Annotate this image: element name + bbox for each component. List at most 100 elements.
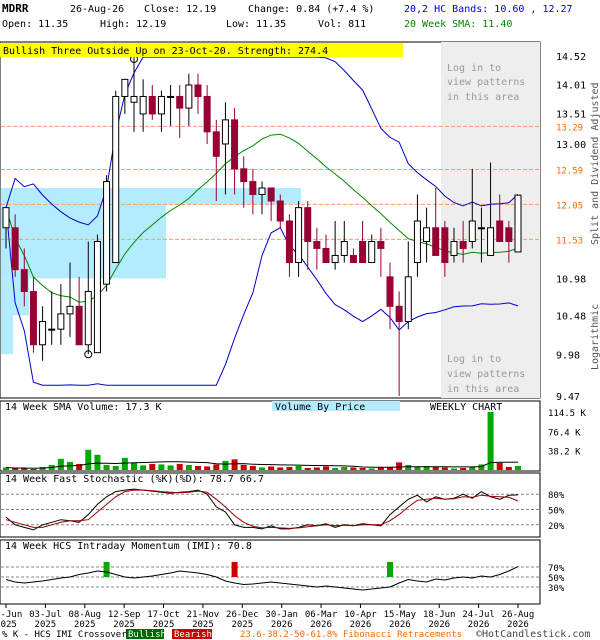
price-axis: 14.52 14.01 13.51 13.29 13.00 12.59 12.05 11.53… — [556, 52, 586, 403]
candle-body — [450, 240, 458, 256]
volume-value: Vol: 811 — [318, 19, 366, 30]
login-line[interactable]: in this area — [447, 384, 519, 395]
imi-tick: 30% — [548, 584, 565, 594]
price-tick: 13.51 — [556, 109, 586, 120]
candle-body — [258, 187, 266, 195]
volume-tick: 38.2 K — [548, 448, 581, 458]
candle-body — [404, 276, 412, 322]
vbp-label: Volume By Price — [275, 402, 365, 413]
candle-body — [322, 247, 330, 264]
volume-bar — [195, 465, 201, 470]
volume-bar — [131, 462, 137, 470]
login-line[interactable]: in this area — [447, 92, 519, 103]
price-tick: 14.01 — [556, 80, 586, 91]
volume-bar — [149, 463, 156, 470]
volume-bar — [158, 464, 165, 470]
volume-bar — [405, 464, 412, 470]
volume-bar — [240, 464, 247, 470]
login-line[interactable]: view patterns — [447, 369, 525, 380]
date-label: 26-Aug — [502, 610, 535, 620]
candle-body — [84, 290, 92, 346]
candle-body — [139, 95, 147, 115]
symbol: MDRR — [2, 2, 29, 15]
imi-title: 14 Week HCS Intraday Momentum (IMI): 70.… — [5, 541, 252, 552]
volume-bar — [304, 467, 311, 470]
price-tick: 13.29 — [556, 123, 583, 133]
volume-bar — [12, 468, 19, 470]
year-label: 2025 — [74, 620, 96, 630]
volume-panel: 14 Week SMA Volume: 17.3 K Volume By Pri… — [0, 400, 587, 472]
volume-bar — [249, 465, 256, 470]
stoch-title: 14 Week Fast Stochastic (%K)(%D): 78.7 6… — [5, 474, 264, 485]
price-tick: 10.48 — [556, 311, 586, 322]
volume-bar — [204, 466, 211, 470]
price-tick: 12.05 — [556, 201, 583, 211]
candle-body — [148, 95, 156, 115]
header: MDRR 26-Aug-26 Close: 12.19 Change: 0.84… — [2, 2, 573, 30]
volume-bar — [57, 458, 64, 470]
volume-bar — [231, 459, 238, 470]
volume-bar — [515, 465, 521, 470]
volume-bar — [185, 464, 192, 470]
volume-bar — [277, 467, 284, 470]
volume-bar — [460, 467, 467, 470]
stoch-axis: 80% 50% 20% — [548, 491, 565, 532]
candle-body — [295, 207, 303, 264]
candle-body — [441, 227, 449, 264]
volume-bar — [469, 466, 476, 470]
candle-body — [304, 207, 312, 242]
candle-body — [185, 84, 193, 109]
volume-bar — [496, 462, 503, 470]
date-label: 08-Aug — [69, 610, 102, 620]
price-tick: 13.00 — [556, 140, 586, 151]
year-label: 2025 — [0, 620, 17, 630]
candle-body — [212, 131, 220, 157]
year-label: 2025 — [231, 620, 253, 630]
candle-body — [313, 240, 321, 249]
imi-tick: 50% — [548, 574, 565, 584]
copyright[interactable]: ©HotCandlestick.com — [476, 629, 590, 640]
volume-tick: 76.4 K — [548, 428, 581, 438]
volume-bar — [368, 468, 375, 470]
volume-axis: 114.5 K 76.4 K 38.2 K — [548, 409, 587, 458]
login-line[interactable]: Log in to — [447, 63, 501, 74]
price-tick: 9.47 — [556, 392, 580, 403]
volume-bar — [259, 467, 265, 470]
candle-body — [167, 95, 175, 98]
candle-body — [103, 181, 111, 285]
year-label: 2025 — [113, 620, 135, 630]
low-value: Low: 11.35 — [226, 19, 286, 30]
login-line[interactable]: view patterns — [447, 77, 525, 88]
candle-body — [203, 95, 211, 133]
volume-bar — [396, 462, 403, 470]
candle-body — [57, 313, 65, 330]
candle-body — [48, 328, 56, 331]
volume-bar — [441, 467, 448, 470]
change-value: Change: 0.84 (+7.4 %) — [248, 4, 374, 15]
bullish-crossover-bar — [103, 562, 110, 577]
candle-body — [496, 220, 504, 242]
price-tick: 10.98 — [556, 274, 586, 285]
imi-tick: 70% — [548, 564, 565, 574]
year-label: 2026 — [310, 620, 332, 630]
candle-body — [349, 254, 357, 264]
candle-body — [331, 254, 339, 264]
fib-legend: 23.6-38.2-50-61.8% Fibonacci Retracement… — [240, 630, 462, 640]
year-label: 2025 — [35, 620, 57, 630]
candle-body — [423, 227, 431, 242]
imi-axis: 70%50%30% — [548, 564, 565, 594]
date-label: 12-Sep — [108, 610, 141, 620]
volume-bar — [268, 466, 275, 470]
volume-bar — [30, 468, 37, 470]
date-label: 26-Dec — [226, 610, 259, 620]
stoch-tick: 80% — [548, 491, 565, 501]
pattern-banner: Bullish Three Outside Up on 23-Oct-20. S… — [3, 46, 328, 57]
candle-body — [514, 194, 522, 253]
login-line[interactable]: Log in to — [447, 354, 501, 365]
chart-canvas: MDRR 26-Aug-26 Close: 12.19 Change: 0.84… — [0, 2, 600, 640]
candle-body — [176, 95, 184, 109]
candle-body — [240, 168, 248, 183]
volume-bar — [140, 465, 147, 470]
volume-bar — [176, 463, 183, 470]
candle-body — [130, 95, 138, 103]
